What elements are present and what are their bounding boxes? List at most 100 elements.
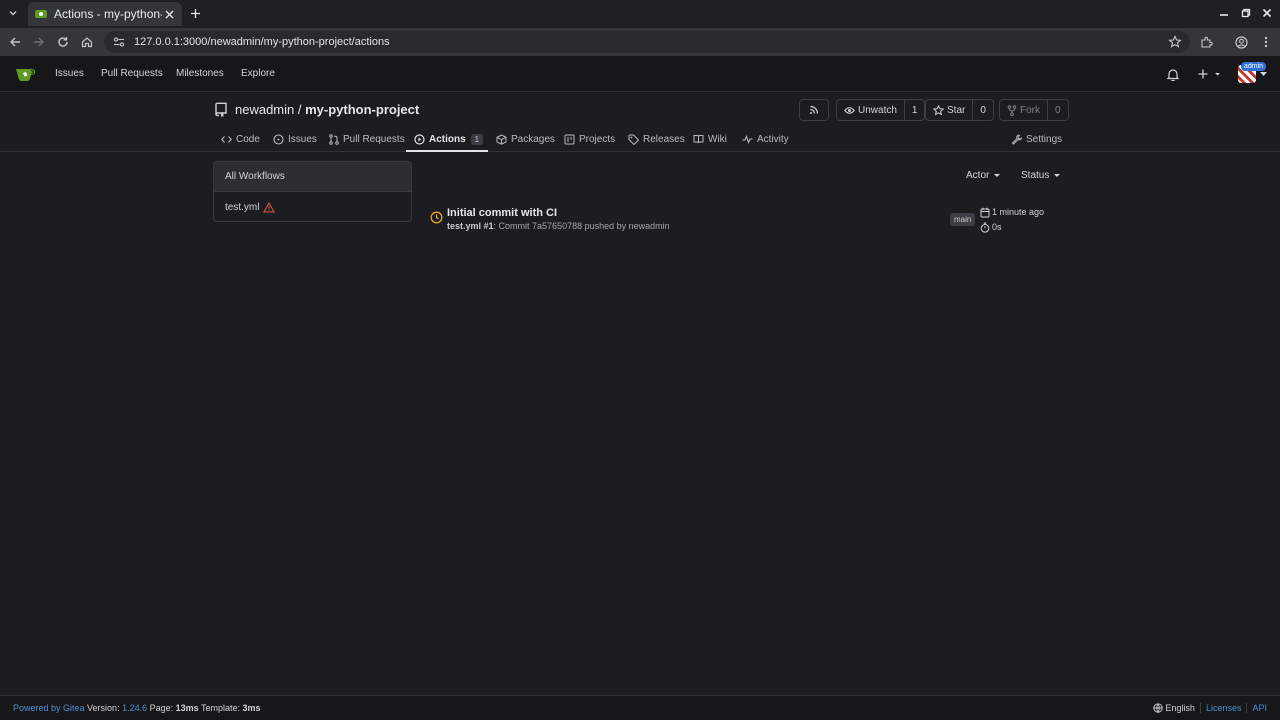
browser-tab-bar: Actions - my-python-p [0, 0, 1280, 28]
close-window-icon[interactable] [1260, 6, 1274, 20]
tab-issues-label: Issues [288, 133, 317, 145]
tab-wiki[interactable]: Wiki [693, 126, 727, 152]
tab-pull-requests[interactable]: Pull Requests [329, 126, 405, 152]
powered-by-link[interactable]: Powered by Gitea [13, 703, 85, 713]
tab-projects[interactable]: Projects [564, 126, 615, 152]
star-label: Star [947, 104, 966, 116]
tab-settings[interactable]: Settings [1011, 126, 1062, 152]
bookmark-star-icon[interactable] [1168, 35, 1182, 49]
clock-status-icon [430, 211, 443, 224]
watch-label: Unwatch [858, 104, 897, 116]
url-text: 127.0.0.1:3000/newadmin/my-python-projec… [134, 36, 390, 48]
fork-icon [1007, 104, 1017, 116]
rss-feed-button[interactable] [799, 99, 829, 121]
template-time: 3ms [242, 703, 261, 713]
run-title-link[interactable]: Initial commit with CI [447, 207, 557, 219]
pull-request-icon [329, 133, 339, 145]
browser-toolbar: 127.0.0.1:3000/newadmin/my-python-projec… [0, 28, 1280, 56]
tab-releases[interactable]: Releases [628, 126, 685, 152]
tab-actions[interactable]: Actions 1 [414, 126, 484, 152]
tab-wiki-label: Wiki [708, 133, 727, 145]
tab-projects-label: Projects [579, 133, 616, 145]
page-time: 13ms [175, 703, 199, 713]
tab-activity[interactable]: Activity [742, 126, 789, 152]
run-duration: 0s [992, 222, 1002, 232]
api-link[interactable]: API [1252, 703, 1267, 713]
calendar-icon [980, 207, 990, 217]
footer-right: English Licenses API [1153, 703, 1267, 713]
gitea-favicon-icon [35, 10, 47, 18]
admin-badge: admin [1241, 62, 1267, 71]
licenses-link[interactable]: Licenses [1206, 703, 1242, 713]
star-button[interactable]: Star 0 [925, 99, 994, 121]
minimize-window-icon[interactable] [1217, 6, 1231, 20]
fork-count[interactable]: 0 [1047, 100, 1068, 120]
page-footer: Powered by Gitea Version: 1.24.6 Page: 1… [0, 695, 1280, 720]
actor-filter-dropdown[interactable]: Actor [966, 170, 1001, 181]
tab-actions-label: Actions [429, 133, 466, 145]
close-tab-icon[interactable] [162, 7, 176, 21]
create-new-plus-icon[interactable] [1197, 66, 1223, 82]
reload-icon[interactable] [55, 34, 71, 50]
new-tab-icon[interactable] [186, 4, 204, 22]
repo-title: newadmin / my-python-project [235, 102, 419, 117]
home-icon[interactable] [79, 34, 95, 50]
notifications-bell-icon[interactable] [1165, 66, 1181, 82]
language-selector[interactable]: English [1165, 703, 1195, 713]
repo-name-link[interactable]: my-python-project [305, 102, 419, 117]
address-bar[interactable]: 127.0.0.1:3000/newadmin/my-python-projec… [104, 31, 1190, 53]
globe-icon [1153, 703, 1164, 713]
forward-icon[interactable] [31, 34, 47, 50]
extensions-icon[interactable] [1198, 34, 1214, 50]
pulse-icon [742, 134, 753, 144]
profile-icon[interactable] [1233, 34, 1249, 50]
back-icon[interactable] [7, 34, 23, 50]
repo-icon [215, 102, 227, 117]
project-board-icon [564, 134, 575, 144]
play-circle-icon [414, 133, 425, 145]
tab-activity-label: Activity [757, 133, 789, 145]
browser-tab[interactable]: Actions - my-python-p [28, 2, 182, 26]
nav-issues[interactable]: Issues [55, 68, 84, 79]
status-filter-dropdown[interactable]: Status [1021, 170, 1061, 181]
branch-badge[interactable]: main [950, 213, 976, 226]
nav-pull-requests[interactable]: Pull Requests [101, 68, 163, 79]
tag-icon [628, 134, 639, 145]
star-icon [933, 104, 944, 116]
nav-explore[interactable]: Explore [241, 68, 275, 79]
star-count[interactable]: 0 [972, 100, 993, 120]
repo-title-separator: / [294, 102, 306, 117]
version-link[interactable]: 1.24.6 [122, 703, 147, 713]
repo-owner-link[interactable]: newadmin [235, 102, 294, 117]
run-time-ago: 1 minute ago [992, 207, 1045, 217]
restore-window-icon[interactable] [1239, 6, 1253, 20]
run-detail: : Commit 7a57650788 pushed by newadmin [493, 221, 670, 231]
tab-settings-label: Settings [1026, 133, 1063, 145]
run-meta: test.yml #1: Commit 7a57650788 pushed by… [447, 221, 670, 231]
workflow-all-label: All Workflows [225, 171, 285, 182]
tab-packages[interactable]: Packages [496, 126, 555, 152]
workflow-item-test-yml[interactable]: test.yml [214, 192, 411, 221]
tab-search-chevron-icon[interactable] [4, 4, 22, 22]
site-navbar: Issues Pull Requests Milestones Explore [0, 56, 1280, 92]
workflow-all[interactable]: All Workflows [214, 162, 411, 192]
chevron-down-icon [994, 174, 1001, 177]
browser-menu-icon[interactable] [1258, 34, 1274, 50]
fork-button[interactable]: Fork 0 [999, 99, 1069, 121]
run-list-item: Initial commit with CI test.yml #1: Comm… [430, 205, 1065, 235]
tab-releases-label: Releases [643, 133, 685, 145]
nav-milestones[interactable]: Milestones [176, 68, 224, 79]
page-time-label: Page: [147, 703, 176, 713]
watch-count[interactable]: 1 [903, 100, 925, 120]
active-tab-underline [406, 150, 488, 152]
tab-code[interactable]: Code [221, 126, 260, 152]
status-filter-label: Status [1021, 170, 1050, 181]
footer-left: Powered by Gitea Version: 1.24.6 Page: 1… [13, 703, 261, 713]
tab-issues[interactable]: Issues [273, 126, 317, 152]
tab-code-label: Code [236, 133, 260, 145]
watch-button[interactable]: Unwatch 1 [836, 99, 926, 121]
gitea-logo-icon[interactable] [15, 66, 37, 82]
chevron-down-icon [1054, 174, 1061, 177]
site-info-icon[interactable] [112, 35, 126, 49]
rss-icon [810, 105, 819, 114]
